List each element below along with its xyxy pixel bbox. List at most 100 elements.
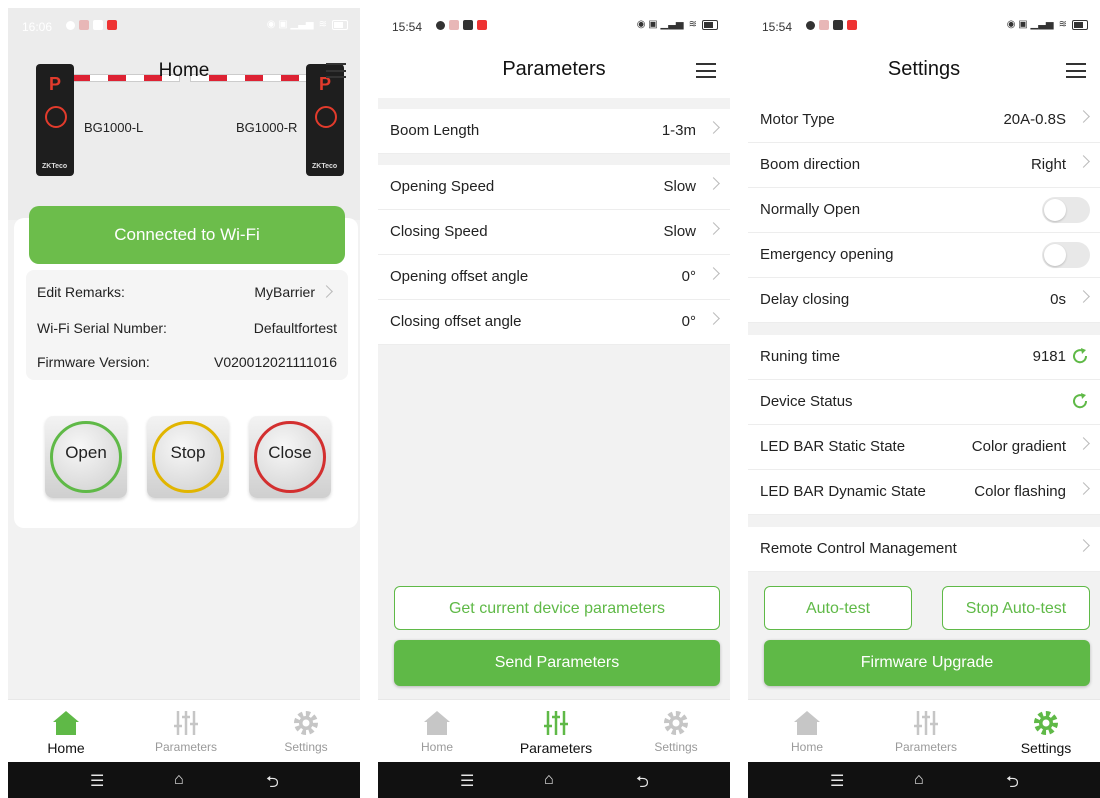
row-value: Color gradient [971, 438, 1066, 455]
notification-icons [66, 20, 117, 30]
tab-home[interactable]: Home [16, 708, 116, 756]
tab-bar: Home Parameters Settings [378, 699, 730, 762]
gear-icon [294, 711, 318, 735]
row-label: Emergency opening [760, 246, 894, 263]
row-value: Color flashing [974, 483, 1066, 500]
chevron-right-icon [1077, 290, 1090, 303]
menu-icon[interactable] [1066, 63, 1086, 78]
tab-label: Settings [284, 740, 328, 754]
setting-row-motor-type[interactable]: Motor Type 20A-0.8S [748, 98, 1100, 143]
row-label: Opening offset angle [390, 268, 529, 285]
param-row-closing-offset[interactable]: Closing offset angle 0° [378, 300, 730, 345]
info-key: Firmware Version: [37, 354, 150, 370]
stop-button[interactable]: Stop [147, 416, 229, 498]
tab-settings[interactable]: Settings [256, 708, 356, 754]
menu-nav-icon[interactable]: ☰ [90, 771, 104, 791]
sliders-icon [914, 711, 938, 735]
system-status-icons: ◉ ▣ ▁▃▅ ≋ [1007, 19, 1088, 30]
settings-screen: 15:54 ◉ ▣ ▁▃▅ ≋ Settings Motor Type 20A-0… [748, 8, 1100, 798]
row-value: 20A-0.8S [1003, 111, 1066, 128]
chevron-right-icon [1077, 482, 1090, 495]
gear-icon [664, 711, 688, 735]
param-row-closing-speed[interactable]: Closing Speed Slow [378, 210, 730, 255]
row-label: Motor Type [760, 111, 835, 128]
home-nav-icon[interactable]: ⌂ [544, 771, 554, 789]
setting-row-boom-direction[interactable]: Boom direction Right [748, 143, 1100, 188]
auto-test-button[interactable]: Auto-test [764, 586, 912, 630]
tab-settings[interactable]: Settings [626, 708, 726, 754]
page-title: Home [158, 60, 210, 81]
firmware-upgrade-button[interactable]: Firmware Upgrade [764, 640, 1090, 686]
setting-row-led-dynamic[interactable]: LED BAR Dynamic State Color flashing [748, 470, 1100, 515]
row-label: Opening Speed [390, 178, 495, 195]
open-button[interactable]: Open [45, 416, 127, 498]
menu-nav-icon[interactable]: ☰ [830, 771, 844, 791]
tab-parameters[interactable]: Parameters [136, 708, 236, 754]
setting-row-remote-control[interactable]: Remote Control Management [748, 527, 1100, 572]
normally-open-toggle[interactable] [1042, 197, 1090, 223]
back-nav-icon[interactable]: ⮌ [266, 771, 279, 798]
refresh-icon[interactable] [1070, 391, 1090, 411]
wifi-icon: ≋ [688, 19, 697, 30]
row-value: 0° [681, 268, 696, 285]
left-device-label: BG1000-L [84, 120, 144, 135]
row-value: 0s [1050, 291, 1066, 308]
tab-label: Settings [654, 740, 698, 754]
param-row-opening-offset[interactable]: Opening offset angle 0° [378, 255, 730, 300]
stop-auto-test-button[interactable]: Stop Auto-test [942, 586, 1090, 630]
setting-row-emergency-opening: Emergency opening [748, 233, 1100, 278]
system-status-icons: ◉ ▣ ▁▃▅ ≋ [637, 19, 718, 30]
close-button[interactable]: Close [249, 416, 331, 498]
row-value: 1-3m [661, 122, 696, 139]
send-parameters-button[interactable]: Send Parameters [394, 640, 720, 686]
home-nav-icon[interactable]: ⌂ [174, 771, 184, 789]
chevron-right-icon [1077, 539, 1090, 552]
setting-row-led-static[interactable]: LED BAR Static State Color gradient [748, 425, 1100, 470]
param-row-opening-speed[interactable]: Opening Speed Slow [378, 165, 730, 210]
gear-icon [1034, 711, 1058, 735]
home-nav-icon[interactable]: ⌂ [914, 771, 924, 789]
status-bar: 15:54 ◉ ▣ ▁▃▅ ≋ [748, 8, 1100, 46]
row-label: Remote Control Management [760, 540, 957, 557]
back-nav-icon[interactable]: ⮌ [636, 771, 649, 798]
page-title: Settings [887, 58, 961, 80]
setting-row-delay-closing[interactable]: Delay closing 0s [748, 278, 1100, 323]
menu-nav-icon[interactable]: ☰ [460, 771, 474, 791]
menu-icon[interactable] [696, 63, 716, 78]
tab-parameters[interactable]: Parameters [506, 708, 606, 756]
chevron-right-icon [1077, 155, 1090, 168]
refresh-icon[interactable] [1070, 346, 1090, 366]
battery-icon [1072, 19, 1088, 30]
chevron-right-icon [707, 121, 720, 134]
chevron-right-icon [320, 285, 333, 298]
row-label: Runing time [760, 348, 841, 365]
row-value: 9181 [1032, 348, 1066, 365]
wifi-connect-button[interactable]: Connected to Wi-Fi [29, 206, 345, 264]
sliders-icon [544, 711, 568, 735]
setting-row-device-status: Device Status [748, 380, 1100, 425]
row-label: LED BAR Static State [760, 438, 906, 455]
home-icon [424, 711, 450, 735]
tab-label: Home [420, 740, 453, 754]
tab-label: Parameters [154, 740, 218, 754]
info-key: Wi-Fi Serial Number: [37, 320, 167, 336]
tab-label: Home [790, 740, 823, 754]
status-bar: 16:06 ◉ ▣ ▁▃▅ ≋ [8, 8, 360, 46]
tab-home[interactable]: Home [757, 708, 857, 754]
back-nav-icon[interactable]: ⮌ [1006, 771, 1019, 798]
tab-parameters[interactable]: Parameters [876, 708, 976, 754]
status-time: 15:54 [392, 20, 423, 34]
get-parameters-button[interactable]: Get current device parameters [394, 586, 720, 630]
tab-bar: Home Parameters Settings [748, 699, 1100, 762]
notification-icons [806, 20, 857, 30]
tab-settings[interactable]: Settings [996, 708, 1096, 756]
header: Parameters [378, 46, 730, 98]
system-navbar: ☰ ⌂ ⮌ [378, 762, 730, 798]
emergency-opening-toggle[interactable] [1042, 242, 1090, 268]
menu-icon[interactable] [326, 63, 346, 78]
row-value: Right [1030, 156, 1066, 173]
setting-row-running-time: Runing time 9181 [748, 335, 1100, 380]
param-row-boom-length[interactable]: Boom Length 1-3m [378, 109, 730, 154]
stop-label: Stop [170, 443, 206, 462]
tab-home[interactable]: Home [387, 708, 487, 754]
